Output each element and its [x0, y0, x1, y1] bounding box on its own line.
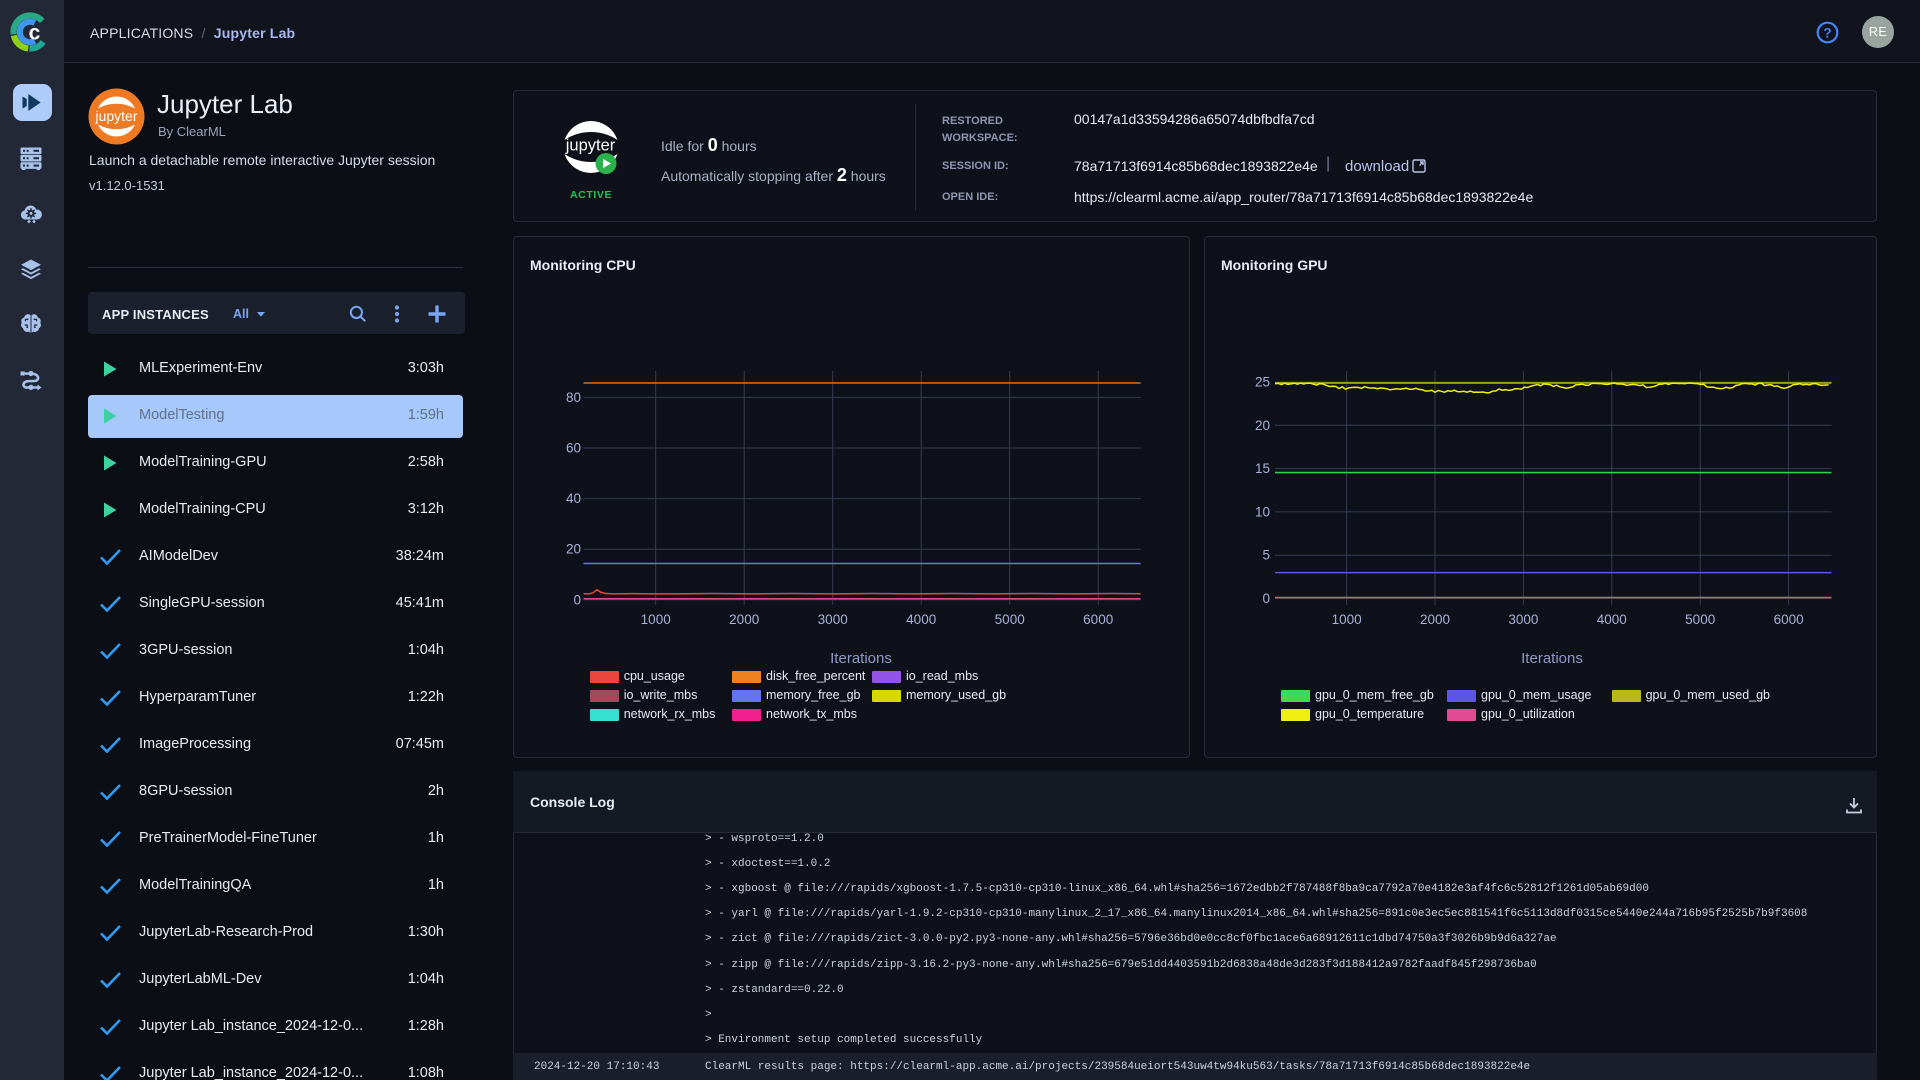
- svg-text:4000: 4000: [1597, 612, 1627, 627]
- svg-text:5000: 5000: [1685, 612, 1715, 627]
- svg-text:2000: 2000: [1420, 612, 1450, 627]
- svg-text:1000: 1000: [1332, 612, 1362, 627]
- svg-text:60: 60: [566, 441, 581, 456]
- svg-text:20: 20: [566, 542, 581, 557]
- svg-text:4000: 4000: [906, 612, 936, 627]
- svg-text:jupyter: jupyter: [565, 137, 616, 155]
- svg-text:Iterations: Iterations: [1521, 650, 1583, 667]
- svg-text:jupyter: jupyter: [94, 108, 137, 124]
- svg-text:2000: 2000: [729, 612, 759, 627]
- svg-text:80: 80: [566, 390, 581, 405]
- svg-text:3000: 3000: [818, 612, 848, 627]
- svg-text:Iterations: Iterations: [830, 650, 892, 667]
- svg-text:10: 10: [1255, 504, 1270, 519]
- svg-text:5000: 5000: [995, 612, 1025, 627]
- svg-text:5: 5: [1262, 548, 1270, 563]
- svg-text:40: 40: [566, 491, 581, 506]
- svg-text:?: ?: [1823, 26, 1831, 41]
- svg-text:0: 0: [1262, 591, 1270, 606]
- svg-text:6000: 6000: [1083, 612, 1113, 627]
- svg-text:c: c: [29, 22, 41, 45]
- svg-text:0: 0: [573, 592, 581, 607]
- svg-text:20: 20: [1255, 418, 1270, 433]
- svg-text:3000: 3000: [1508, 612, 1538, 627]
- svg-text:25: 25: [1255, 375, 1270, 390]
- svg-text:1000: 1000: [641, 612, 671, 627]
- svg-text:6000: 6000: [1774, 612, 1804, 627]
- svg-text:15: 15: [1255, 461, 1270, 476]
